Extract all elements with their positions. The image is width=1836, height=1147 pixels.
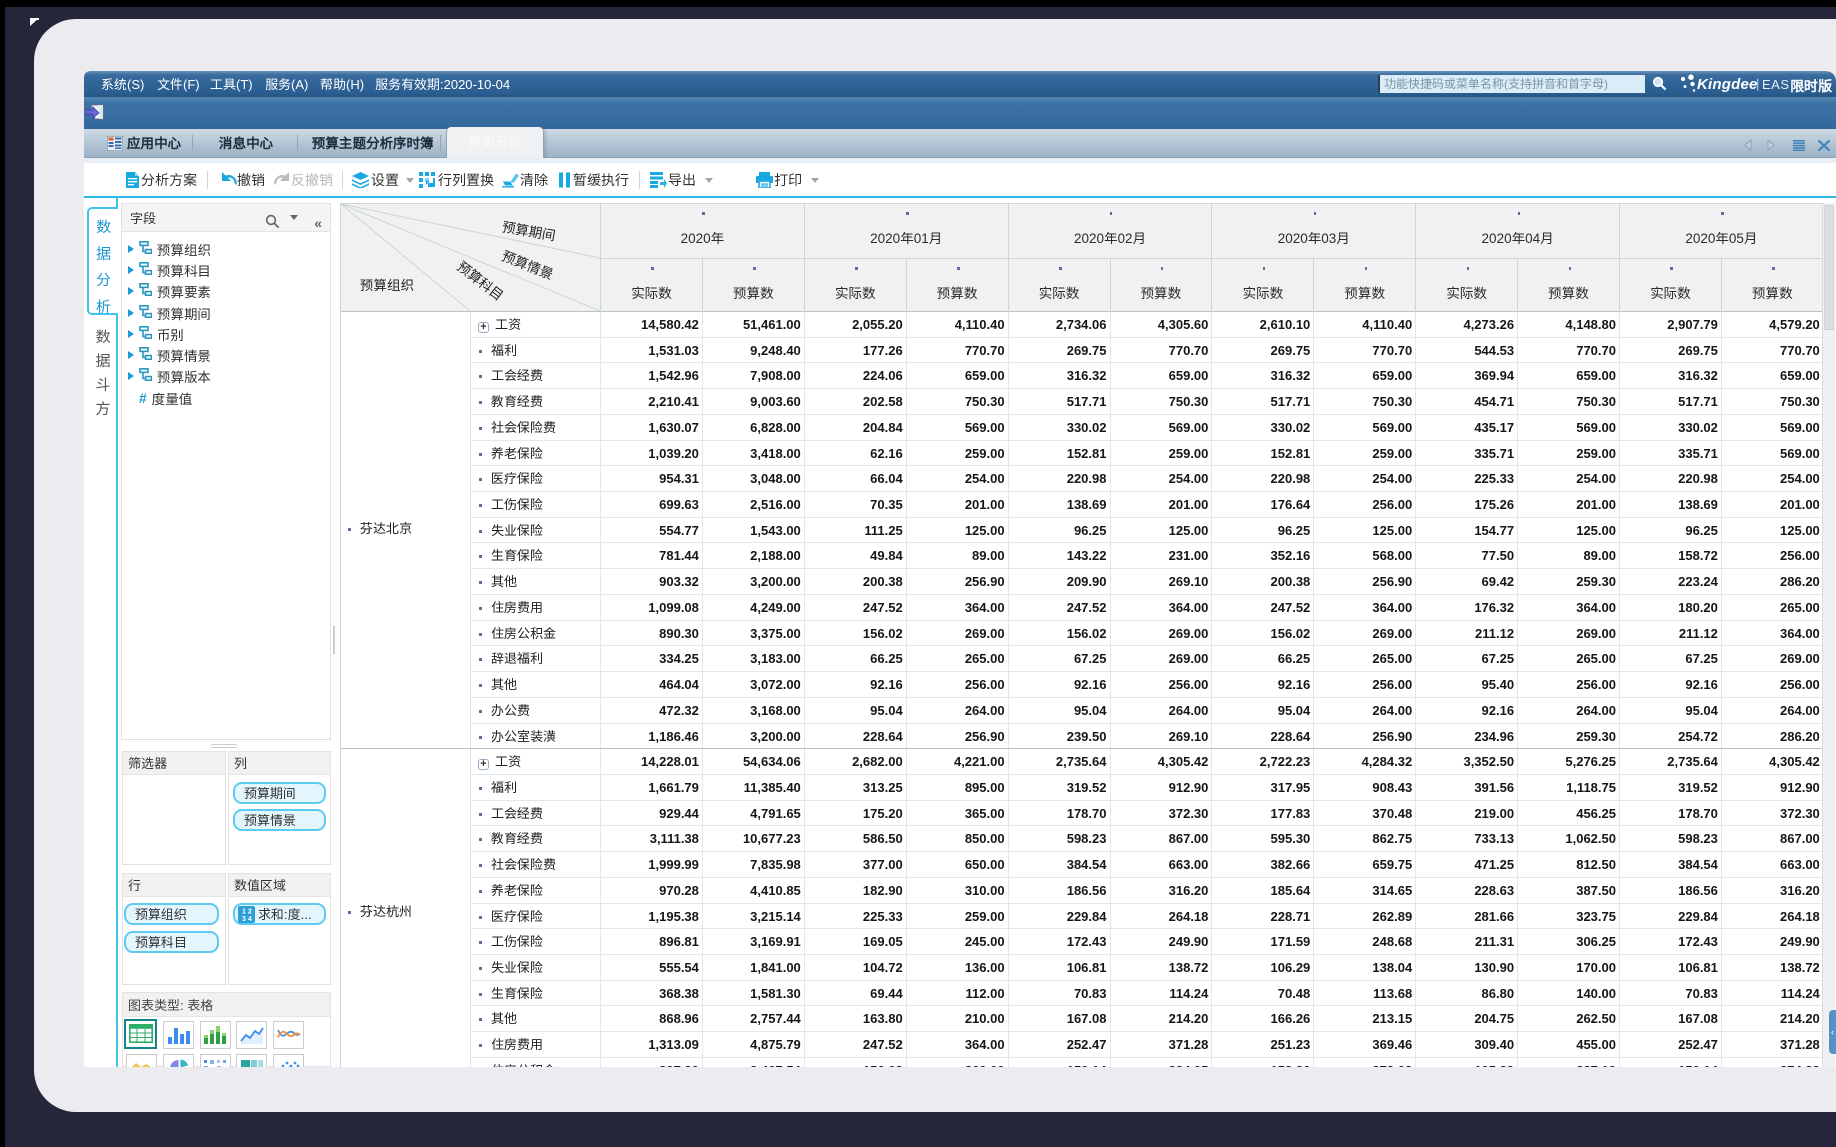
svg-text:1 2: 1 2 bbox=[242, 909, 252, 916]
svg-text:3 4: 3 4 bbox=[242, 916, 252, 923]
